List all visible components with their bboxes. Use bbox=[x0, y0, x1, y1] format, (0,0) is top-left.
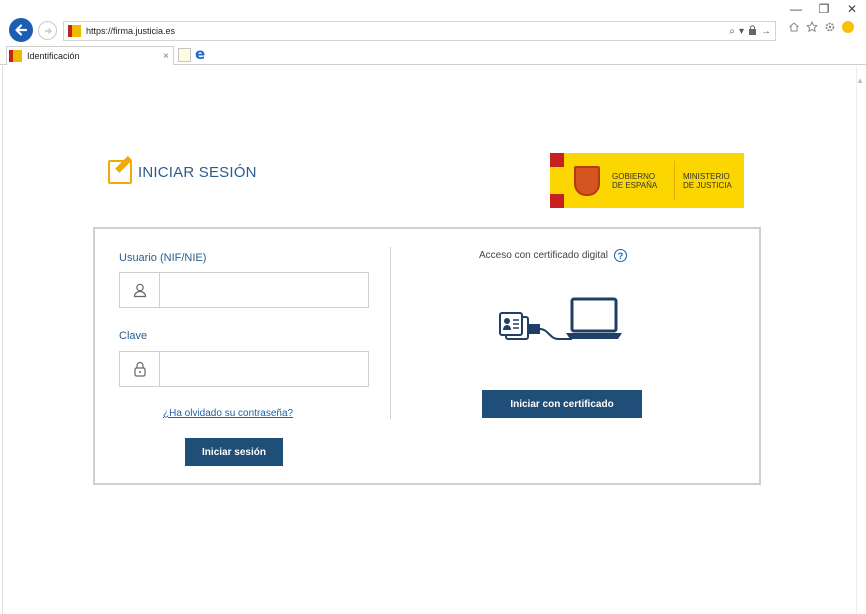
address-bar[interactable]: https://firma.justicia.es ⌕ ▾ → bbox=[63, 21, 776, 41]
back-button[interactable] bbox=[9, 18, 33, 42]
arrow-left-icon bbox=[15, 24, 28, 36]
address-tools: ⌕ ▾ → bbox=[729, 24, 775, 38]
password-field[interactable] bbox=[119, 351, 369, 387]
page-title: INICIAR SESIÓN bbox=[138, 163, 257, 181]
address-row: https://firma.justicia.es ⌕ ▾ → bbox=[0, 18, 866, 44]
ministerio-text: MINISTERIO DE JUSTICIA bbox=[683, 171, 732, 190]
new-tab-icon[interactable] bbox=[178, 48, 191, 62]
user-icon bbox=[120, 273, 160, 307]
smiley-icon[interactable] bbox=[842, 21, 854, 33]
restore-button[interactable]: ❐ bbox=[810, 0, 838, 18]
home-icon[interactable] bbox=[788, 21, 800, 33]
forgot-password-link[interactable]: ¿Ha olvidado su contraseña? bbox=[163, 408, 293, 419]
lock-icon bbox=[120, 352, 160, 386]
tab-identificacion[interactable]: Identificación × bbox=[6, 46, 174, 65]
certificate-heading: Acceso con certificado digital ? bbox=[479, 249, 627, 262]
page-heading: INICIAR SESIÓN bbox=[108, 160, 257, 184]
close-window-button[interactable]: ✕ bbox=[838, 0, 866, 18]
tab-favicon-icon bbox=[9, 50, 22, 62]
gobierno-text: GOBIERNO DE ESPAÑA bbox=[612, 171, 658, 190]
window-controls: — ❐ ✕ bbox=[782, 0, 866, 18]
browser-toolbar bbox=[788, 21, 854, 33]
user-label: Usuario (NIF/NIE) bbox=[119, 252, 207, 264]
tab-close-icon[interactable]: × bbox=[159, 51, 173, 62]
certificate-login-button[interactable]: Iniciar con certificado bbox=[482, 390, 642, 418]
user-input[interactable] bbox=[160, 273, 368, 307]
gear-icon[interactable] bbox=[824, 21, 836, 33]
user-field[interactable] bbox=[119, 272, 369, 308]
panel-divider bbox=[390, 247, 391, 419]
vertical-scrollbar[interactable] bbox=[856, 66, 866, 614]
tab-strip: Identificación × e bbox=[0, 45, 866, 65]
password-input[interactable] bbox=[160, 352, 368, 386]
tab-label: Identificación bbox=[27, 51, 80, 61]
scroll-up-icon[interactable]: ▲ bbox=[856, 76, 864, 85]
password-label: Clave bbox=[119, 330, 148, 342]
help-icon[interactable]: ? bbox=[613, 249, 627, 262]
go-icon[interactable]: → bbox=[761, 26, 771, 37]
certificate-reader-icon bbox=[499, 297, 622, 340]
minimize-button[interactable]: — bbox=[782, 0, 810, 18]
flag-icon bbox=[550, 153, 564, 208]
login-button[interactable]: Iniciar sesión bbox=[185, 438, 283, 466]
dropdown-icon[interactable]: ▾ bbox=[739, 26, 744, 37]
url-text[interactable]: https://firma.justicia.es bbox=[86, 26, 729, 36]
lock-icon[interactable] bbox=[748, 24, 757, 38]
certificate-title: Acceso con certificado digital bbox=[479, 250, 608, 261]
edit-icon bbox=[108, 160, 132, 184]
gobierno-ministerio-logo: GOBIERNO DE ESPAÑA MINISTERIO DE JUSTICI… bbox=[550, 153, 744, 208]
ie-logo-icon[interactable]: e bbox=[195, 47, 209, 62]
arrow-right-icon bbox=[44, 27, 52, 34]
site-favicon-icon bbox=[68, 25, 81, 37]
coat-of-arms-icon bbox=[564, 153, 610, 208]
forward-button[interactable] bbox=[38, 21, 57, 40]
star-icon[interactable] bbox=[806, 21, 818, 33]
left-border bbox=[0, 66, 3, 614]
search-icon[interactable]: ⌕ bbox=[729, 26, 735, 37]
login-panel: Usuario (NIF/NIE) Clave ¿Ha olvidado su … bbox=[93, 227, 761, 485]
